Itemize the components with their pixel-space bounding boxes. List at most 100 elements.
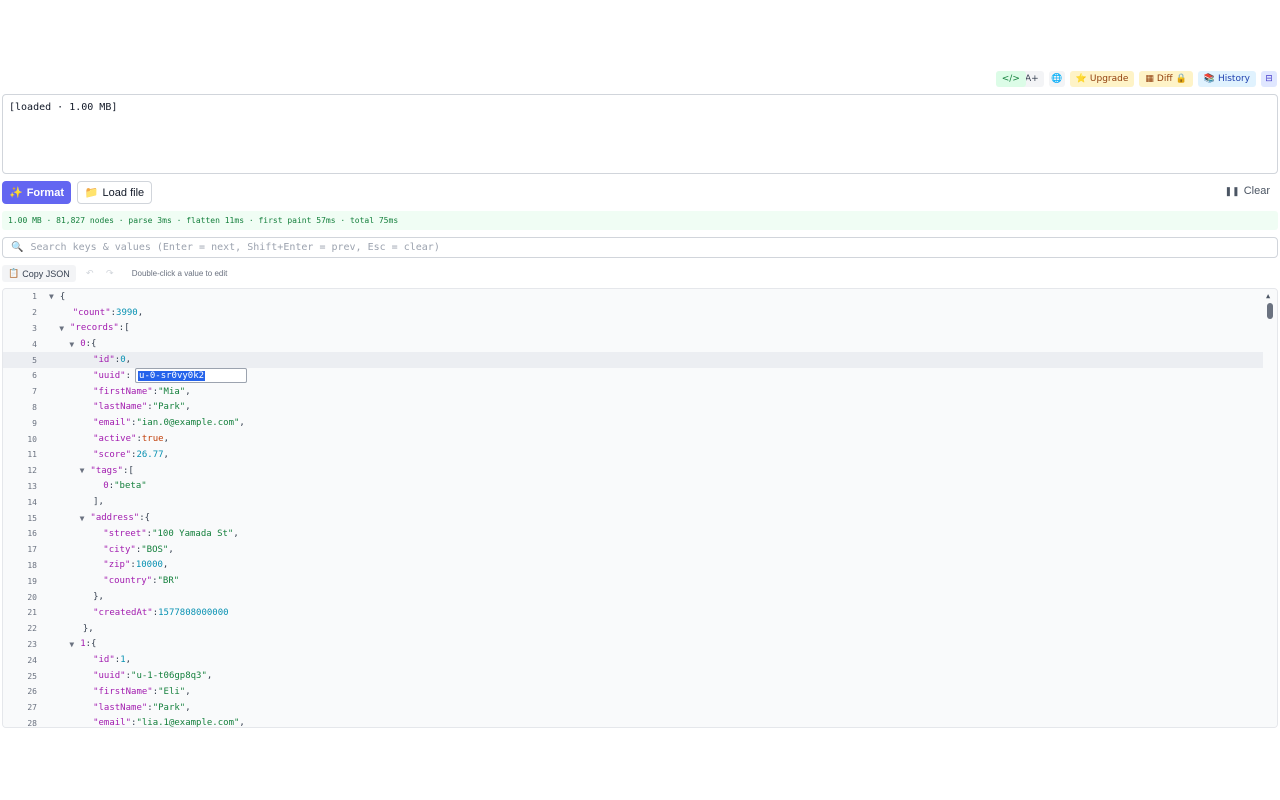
language-button[interactable]: 🌐 <box>1048 71 1065 87</box>
line-number: 13 <box>27 481 37 491</box>
upgrade-label: Upgrade <box>1089 74 1129 84</box>
json-value[interactable]: "lia.1@example.com" <box>136 718 239 727</box>
tree-line[interactable]: 3 ▼ "records":[ <box>3 321 1263 337</box>
line-number: 11 <box>27 450 37 460</box>
tree-line[interactable]: 19 "country": "BR" <box>3 573 1263 589</box>
line-number: 27 <box>27 703 37 713</box>
tree-line[interactable]: 26 "firstName": "Eli", <box>3 684 1263 700</box>
json-value[interactable]: "u-1-t06gp8q3" <box>131 671 207 681</box>
clear-button[interactable]: ❚❚ Clear <box>1225 185 1270 197</box>
clipboard-icon: 📋 <box>8 268 20 278</box>
json-value[interactable]: 3990 <box>116 308 138 318</box>
tree-line[interactable]: 17 "city": "BOS", <box>3 542 1263 558</box>
collapse-toggle-icon[interactable]: ▼ <box>80 514 85 523</box>
tree-line[interactable]: 20}, <box>3 589 1263 605</box>
collapse-toggle-icon[interactable]: ▼ <box>49 292 54 301</box>
line-content: ▼ "tags":[ <box>80 463 134 479</box>
line-number: 21 <box>27 608 37 618</box>
tree-line[interactable]: 24 "id":1, <box>3 652 1263 668</box>
layout-toggle-button[interactable]: ⊟ <box>1261 71 1277 87</box>
line-content: "country": "BR" <box>103 573 179 589</box>
json-punct: , <box>185 702 191 713</box>
tree-line[interactable]: 5 "id":0, <box>3 352 1263 368</box>
json-value[interactable]: "beta" <box>114 481 147 491</box>
tree-line[interactable]: 11 "score":26.77, <box>3 447 1263 463</box>
json-punct: :{ <box>85 339 97 350</box>
line-content: "score":26.77, <box>93 447 169 463</box>
undo-button[interactable]: ↶ <box>84 268 96 279</box>
line-content: "lastName": "Park", <box>93 400 191 416</box>
collapse-toggle-icon[interactable]: ▼ <box>69 340 74 349</box>
tree-line[interactable]: 16 "street": "100 Yamada St", <box>3 526 1263 542</box>
line-number: 16 <box>27 529 37 539</box>
tree-line[interactable]: 23 ▼ 1:{ <box>3 637 1263 653</box>
editor-scrollbar[interactable]: ▲ <box>1263 289 1277 727</box>
json-key: "lastName" <box>93 402 148 413</box>
search-input[interactable] <box>30 242 1277 253</box>
json-value[interactable]: "BOS" <box>141 545 168 555</box>
line-number: 20 <box>27 592 37 602</box>
collapse-toggle-icon[interactable]: ▼ <box>69 640 74 649</box>
collapse-toggle-icon[interactable]: ▼ <box>80 466 85 475</box>
json-value[interactable]: "Mia" <box>158 387 185 397</box>
tree-line[interactable]: 18 "zip":10000, <box>3 558 1263 574</box>
tree-line[interactable]: 1 ▼{ <box>3 289 1263 305</box>
line-content: "id":1, <box>93 652 131 668</box>
tree-line[interactable]: 12 ▼ "tags":[ <box>3 463 1263 479</box>
value-edit-input[interactable]: u-0-sr0vy0k2 <box>135 368 248 384</box>
json-value[interactable]: "Park" <box>153 703 186 713</box>
scroll-up-icon[interactable]: ▲ <box>1266 292 1270 300</box>
json-punct: , <box>239 418 245 429</box>
tree-line[interactable]: 14], <box>3 494 1263 510</box>
json-key: "country" <box>103 576 153 587</box>
globe-icon: 🌐 <box>1051 74 1063 84</box>
json-key: "lastName" <box>93 702 148 713</box>
tree-line[interactable]: 27 "lastName": "Park", <box>3 700 1263 716</box>
tree-line[interactable]: 10 "active": true, <box>3 431 1263 447</box>
redo-button[interactable]: ↷ <box>104 268 116 279</box>
json-value[interactable]: 1577808000000 <box>158 608 228 618</box>
json-key: "count" <box>72 307 111 318</box>
load-file-button[interactable]: 📁 Load file <box>77 181 152 204</box>
tree-line[interactable]: 8 "lastName": "Park", <box>3 400 1263 416</box>
tree-line[interactable]: 15 ▼ "address":{ <box>3 510 1263 526</box>
json-value[interactable]: "Eli" <box>158 687 185 697</box>
tree-line[interactable]: 21 "createdAt":1577808000000 <box>3 605 1263 621</box>
tree-line[interactable]: 7 "firstName": "Mia", <box>3 384 1263 400</box>
history-button[interactable]: 📚 History <box>1197 71 1256 87</box>
diff-button[interactable]: ▦ Diff 🔒 <box>1139 71 1193 87</box>
json-punct: , <box>163 434 169 445</box>
json-key: "city" <box>103 544 136 555</box>
json-punct: , <box>185 386 191 397</box>
line-number: 24 <box>27 655 37 665</box>
format-button[interactable]: ✨ Format <box>2 181 71 204</box>
tree-line[interactable]: 28 "email": "lia.1@example.com", <box>3 716 1263 727</box>
tree-line[interactable]: 22}, <box>3 621 1263 637</box>
json-punct: , <box>125 355 132 366</box>
line-number: 3 <box>32 323 37 333</box>
tree-line[interactable]: 9 "email": "ian.0@example.com", <box>3 415 1263 431</box>
tree-line[interactable]: 13 0: "beta" <box>3 479 1263 495</box>
scroll-thumb[interactable] <box>1267 303 1273 319</box>
json-value[interactable]: "100 Yamada St" <box>152 529 233 539</box>
tree-line[interactable]: 4 ▼ 0:{ <box>3 336 1263 352</box>
copy-json-button[interactable]: 📋 Copy JSON <box>2 265 76 282</box>
history-label: History <box>1217 74 1250 84</box>
tree-line[interactable]: 2 "count":3990, <box>3 305 1263 321</box>
json-value[interactable]: "BR" <box>158 576 180 586</box>
json-value[interactable]: true <box>142 434 164 444</box>
line-content: "id":0, <box>93 352 131 368</box>
collapse-toggle-icon[interactable]: ▼ <box>59 324 64 333</box>
json-value[interactable]: "Park" <box>153 402 186 412</box>
tree-line[interactable]: 6 "uuid": u-0-sr0vy0k2 <box>3 368 1263 384</box>
json-value[interactable]: "ian.0@example.com" <box>136 418 239 428</box>
parse-stats: 1.00 MB · 81,827 nodes · parse 3ms · fla… <box>2 211 1278 230</box>
upgrade-button[interactable]: ⭐ Upgrade <box>1069 71 1135 87</box>
tree-line[interactable]: 25 "uuid": "u-1-t06gp8q3", <box>3 668 1263 684</box>
json-key: "street" <box>103 528 147 539</box>
code-view-button[interactable]: </> <box>995 71 1026 87</box>
json-input[interactable]: [loaded · 1.00 MB] <box>2 94 1278 174</box>
json-value[interactable]: 26.77 <box>136 450 163 460</box>
json-value[interactable]: 10000 <box>136 560 163 570</box>
json-punct: }, <box>93 592 104 603</box>
